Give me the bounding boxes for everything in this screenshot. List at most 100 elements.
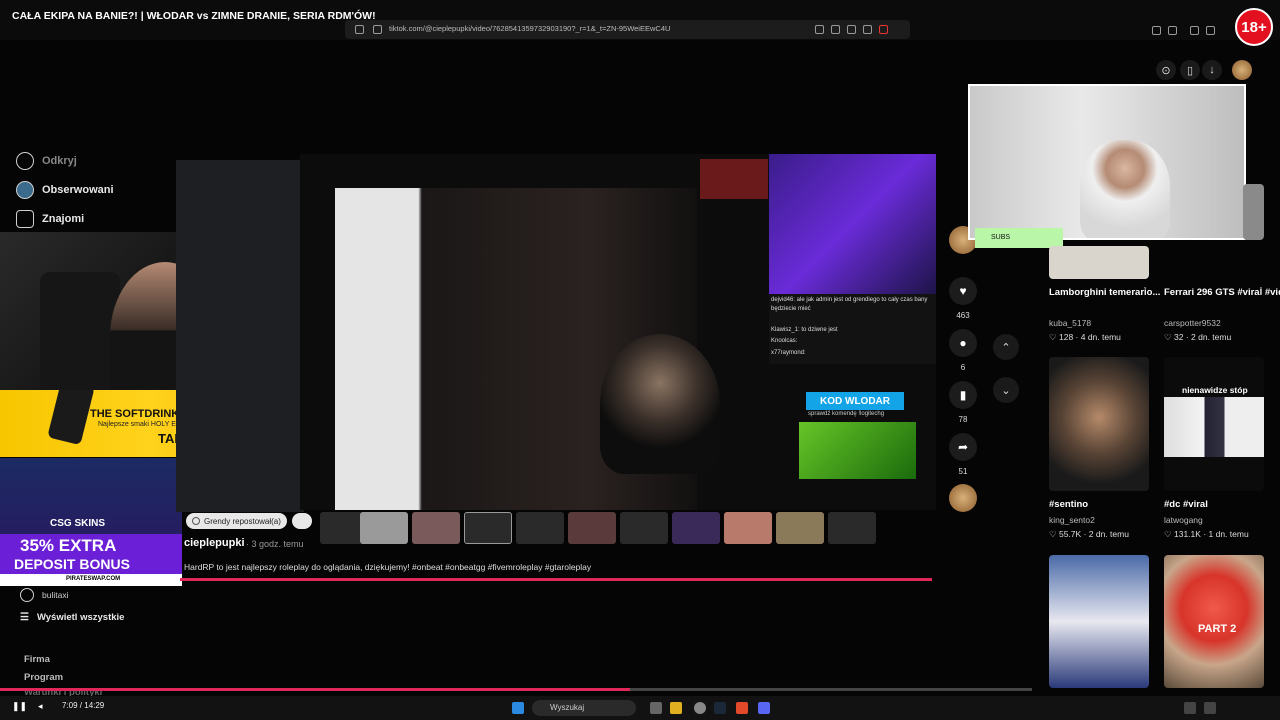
related-thumb[interactable]	[672, 512, 720, 544]
folder-icon[interactable]	[670, 702, 682, 714]
feed-user[interactable]: latwogang	[1164, 515, 1203, 525]
chrome-icon[interactable]	[694, 702, 706, 714]
video-progress[interactable]	[180, 578, 932, 581]
heart-icon[interactable]: ♥	[949, 277, 977, 305]
streamer	[1080, 140, 1170, 238]
age-badge: 18+	[1235, 8, 1273, 46]
feed-title[interactable]: #dc #viral	[1164, 499, 1208, 510]
site-info-icon[interactable]	[373, 25, 382, 34]
related-thumb[interactable]	[412, 512, 460, 544]
wlodary-logo	[700, 159, 768, 199]
zoom-icon[interactable]	[831, 25, 840, 34]
thumb-image	[1164, 397, 1264, 457]
footer-company-link[interactable]: Firma	[24, 654, 50, 665]
related-thumb[interactable]	[620, 512, 668, 544]
url-text[interactable]: tiktok.com/@cieplepupki/video/7628541359…	[389, 24, 670, 33]
chat-line: będziecie mieć	[771, 306, 811, 312]
task-view-icon[interactable]	[650, 702, 662, 714]
taskbar-search[interactable]: Wyszukaj	[532, 700, 636, 716]
feed-thumb[interactable]	[1049, 555, 1149, 688]
feed-thumb[interactable]: nienawidze stóp	[1164, 357, 1264, 491]
related-thumb[interactable]	[828, 512, 876, 544]
sidebar-item-friends[interactable]: Znajomi	[16, 210, 84, 228]
profile-avatar[interactable]	[1232, 60, 1252, 80]
sidebar-account[interactable]: bulitaxi	[20, 588, 68, 602]
show-all-label: Wyświetl wszystkie	[36, 612, 125, 623]
compass-icon[interactable]: ⊙	[1156, 60, 1176, 80]
chevron-down-icon[interactable]: ⌄	[993, 377, 1019, 403]
chevron-up-icon[interactable]: ⌃	[993, 334, 1019, 360]
share-icon[interactable]: ➦	[949, 433, 977, 461]
promo-code: KOD WLODAR	[806, 392, 904, 410]
pause-icon[interactable]: ❚❚	[12, 701, 27, 712]
post-author[interactable]: cieplepupki	[184, 537, 245, 549]
related-thumb[interactable]	[464, 512, 512, 544]
purple-cam	[769, 154, 936, 294]
address-bar[interactable]: tiktok.com/@cieplepupki/video/7628541359…	[345, 20, 910, 39]
feed-user[interactable]: carspotter9532	[1164, 318, 1221, 328]
download-icon[interactable]: ↓	[1202, 60, 1222, 80]
discord-icon[interactable]	[758, 702, 770, 714]
feed-thumb[interactable]	[1049, 246, 1149, 279]
main-video[interactable]: dejvid46: ale jak admin jest od grendieg…	[300, 154, 936, 510]
thumb-caption: nienawidze stóp	[1182, 385, 1248, 395]
feed-thumb[interactable]	[1049, 357, 1149, 491]
player-seek-fill[interactable]	[0, 688, 630, 691]
feed-title[interactable]: #sentino	[1049, 499, 1088, 510]
phone-icon[interactable]: ▯	[1180, 60, 1200, 80]
windows-icon[interactable]	[512, 702, 524, 714]
like-count: 463	[956, 311, 970, 320]
chat-line: x77raymond:	[771, 350, 806, 356]
comment-count: 6	[960, 363, 966, 372]
sound-avatar[interactable]	[949, 484, 977, 512]
related-thumb[interactable]	[724, 512, 772, 544]
sidebar-item-label: Obserwowani	[42, 184, 114, 196]
ad-promo-line: 35% EXTRA	[20, 536, 117, 555]
volume-icon[interactable]: ◂	[38, 701, 43, 712]
extensions-icon[interactable]	[1152, 26, 1161, 35]
discord-panel	[176, 160, 304, 512]
feed-user[interactable]: king_sento2	[1049, 515, 1095, 525]
cast-icon[interactable]	[847, 25, 856, 34]
wifi-icon[interactable]	[1204, 702, 1216, 714]
account-name: bulitaxi	[42, 590, 69, 600]
show-all-button[interactable]: ☰ Wyświetl wszystkie	[20, 612, 124, 623]
taskbar	[0, 696, 1280, 720]
related-thumb[interactable]	[568, 512, 616, 544]
footer-program-link[interactable]: Program	[24, 672, 63, 683]
downloads-icon[interactable]	[1206, 26, 1215, 35]
post-caption: HardRP to jest najlepszy roleplay do ogl…	[184, 562, 592, 572]
grass-image	[799, 422, 916, 479]
menu-icon[interactable]	[1190, 26, 1199, 35]
translate-icon[interactable]	[815, 25, 824, 34]
feed-stat: ♡ 32 · 2 dn. temu	[1164, 332, 1232, 342]
feed-thumb[interactable]	[1243, 184, 1264, 240]
related-thumb[interactable]	[776, 512, 824, 544]
tray-icon[interactable]	[1184, 702, 1196, 714]
brave-icon[interactable]	[879, 25, 888, 34]
related-thumb[interactable]	[516, 512, 564, 544]
sidebar-icon[interactable]	[1168, 26, 1177, 35]
sidebar-item-label: Odkryj	[42, 155, 77, 167]
repost-icon[interactable]	[292, 513, 312, 529]
repost-badge[interactable]: Grendy repostował(a)	[186, 513, 287, 529]
avatar	[20, 588, 34, 602]
more-icon[interactable]: ⋮	[1256, 286, 1266, 297]
feed-stat: ♡ 55.7K · 2 dn. temu	[1049, 529, 1129, 539]
sidebar-item-discover[interactable]: Odkryj	[16, 152, 77, 170]
comment-icon[interactable]: ●	[949, 329, 977, 357]
bookmark-icon[interactable]	[355, 25, 364, 34]
steam-icon[interactable]	[714, 702, 726, 714]
more-icon[interactable]: ⋮	[1140, 286, 1150, 297]
bookmark-icon[interactable]: ▮	[949, 381, 977, 409]
feed-thumb[interactable]: PART 2	[1164, 555, 1264, 688]
feed-user[interactable]: kuba_5178	[1049, 318, 1091, 328]
related-thumb[interactable]	[360, 512, 408, 544]
share-icon[interactable]	[863, 25, 872, 34]
chat-line: Klawisz_1: to dziwne jest	[771, 327, 838, 333]
ad-promo-line: DEPOSIT BONUS	[14, 556, 130, 572]
brave-icon[interactable]	[736, 702, 748, 714]
csg-ad-banner[interactable]: CSG SKINS 35% EXTRA DEPOSIT BONUS PIRATE…	[0, 458, 182, 586]
sidebar-item-following[interactable]: Obserwowani	[16, 181, 114, 199]
save-count: 78	[958, 415, 968, 424]
